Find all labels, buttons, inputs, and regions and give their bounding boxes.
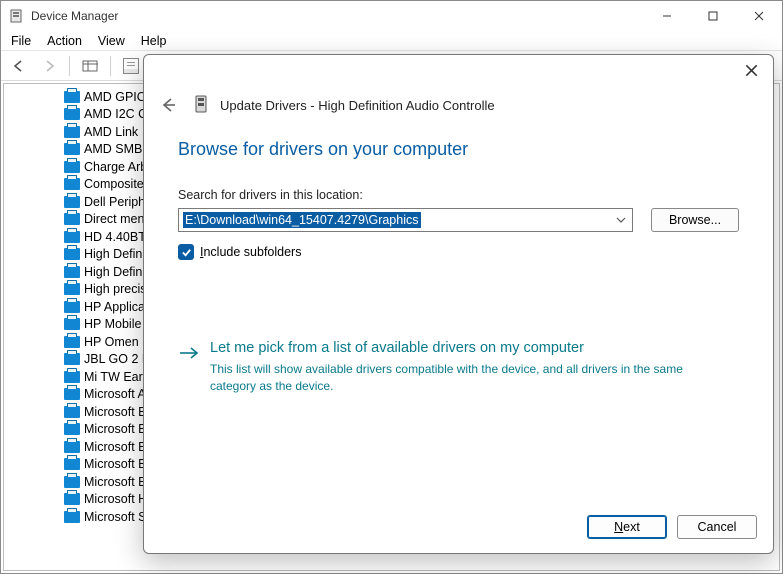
tree-item-label: HD 4.40BT — [84, 230, 146, 244]
let-me-pick-link[interactable]: Let me pick from a list of available dri… — [210, 340, 710, 357]
device-folder-icon — [64, 318, 80, 330]
device-folder-icon — [64, 126, 80, 138]
device-folder-icon — [64, 91, 80, 103]
close-icon[interactable] — [737, 56, 765, 84]
device-folder-icon — [64, 266, 80, 278]
tree-item-label: Dell Periph — [84, 195, 145, 209]
device-folder-icon — [64, 283, 80, 295]
cancel-button-label: Cancel — [698, 520, 737, 534]
path-combobox[interactable]: E:\Download\win64_15407.4279\Graphics — [178, 208, 633, 232]
device-folder-icon — [64, 231, 80, 243]
tree-item-label: Charge Arb — [84, 160, 147, 174]
device-folder-icon — [64, 248, 80, 260]
search-label: Search for drivers in this location: — [178, 188, 739, 202]
tree-item-label: High Defin — [84, 265, 142, 279]
device-folder-icon — [64, 353, 80, 365]
update-drivers-dialog: Update Drivers - High Definition Audio C… — [143, 54, 774, 554]
tree-item-label: Microsoft A — [84, 387, 146, 401]
dialog-header: Update Drivers - High Definition Audio C… — [144, 85, 773, 133]
device-folder-icon — [64, 178, 80, 190]
device-folder-icon — [64, 493, 80, 505]
tree-item-label: Microsoft B — [84, 422, 147, 436]
device-folder-icon — [64, 371, 80, 383]
path-value: E:\Download\win64_15407.4279\Graphics — [183, 212, 421, 228]
tree-item-label: Microsoft B — [84, 475, 147, 489]
device-folder-icon — [64, 108, 80, 120]
device-folder-icon — [64, 213, 80, 225]
include-subfolders-checkbox[interactable] — [178, 244, 194, 260]
menu-action[interactable]: Action — [47, 34, 82, 48]
properties-button[interactable] — [119, 54, 143, 78]
tree-item-label: High precis — [84, 282, 147, 296]
forward-button[interactable] — [37, 54, 61, 78]
browse-button[interactable]: Browse... — [651, 208, 739, 232]
tree-item-label: HP Applica — [84, 300, 145, 314]
tree-item-label: Direct men — [84, 212, 144, 226]
device-folder-icon — [64, 511, 80, 523]
tree-item-label: Mi TW Earp — [84, 370, 150, 384]
device-folder-icon — [64, 196, 80, 208]
device-folder-icon — [64, 161, 80, 173]
tree-item-label: AMD SMBu — [84, 142, 149, 156]
tree-item-label: AMD I2C C — [84, 107, 147, 121]
cancel-button[interactable]: Cancel — [677, 515, 757, 539]
tree-item-label: AMD GPIO — [84, 90, 147, 104]
menu-help[interactable]: Help — [141, 34, 167, 48]
tree-item-label: Composite — [84, 177, 144, 191]
arrow-right-icon — [178, 342, 200, 364]
tree-item-label: Microsoft B — [84, 457, 147, 471]
include-subfolders-label: Include subfolders — [200, 245, 301, 259]
back-arrow-icon[interactable] — [154, 91, 182, 119]
tree-item-label: AMD Link — [84, 125, 138, 139]
device-icon — [192, 95, 210, 115]
tree-item-label: JBL GO 2 H — [84, 352, 151, 366]
tree-item-label: Microsoft B — [84, 405, 147, 419]
let-me-pick-description: This list will show available drivers co… — [210, 361, 710, 393]
show-hide-tree-button[interactable] — [78, 54, 102, 78]
device-folder-icon — [64, 406, 80, 418]
app-icon — [9, 8, 25, 24]
dialog-title: Update Drivers - High Definition Audio C… — [220, 98, 495, 113]
next-button[interactable]: Next — [587, 515, 667, 539]
tree-item-label: High Defin — [84, 247, 142, 261]
device-folder-icon — [64, 458, 80, 470]
browse-button-label: Browse... — [669, 213, 721, 227]
dialog-heading: Browse for drivers on your computer — [178, 139, 739, 160]
maximize-button[interactable] — [690, 1, 736, 31]
close-button[interactable] — [736, 1, 782, 31]
minimize-button[interactable] — [644, 1, 690, 31]
menu-view[interactable]: View — [98, 34, 125, 48]
device-folder-icon — [64, 388, 80, 400]
device-folder-icon — [64, 143, 80, 155]
menu-bar: File Action View Help — [1, 31, 782, 51]
device-folder-icon — [64, 476, 80, 488]
tree-item-label: HP Omen I — [84, 335, 146, 349]
window-title: Device Manager — [31, 9, 118, 23]
device-folder-icon — [64, 336, 80, 348]
device-folder-icon — [64, 441, 80, 453]
next-button-label: Next — [614, 520, 640, 534]
tree-item-label: Microsoft B — [84, 440, 147, 454]
device-folder-icon — [64, 301, 80, 313]
device-folder-icon — [64, 423, 80, 435]
back-button[interactable] — [7, 54, 31, 78]
chevron-down-icon[interactable] — [612, 211, 630, 229]
tree-item-label: HP Mobile — [84, 317, 141, 331]
menu-file[interactable]: File — [11, 34, 31, 48]
title-bar: Device Manager — [1, 1, 782, 31]
